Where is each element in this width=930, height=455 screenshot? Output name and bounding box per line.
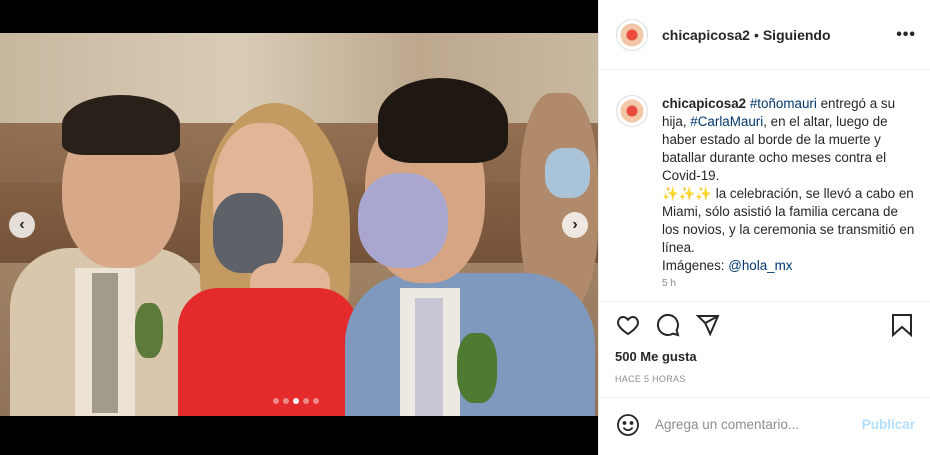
boutonniere [135, 303, 163, 358]
caption-time: 5 h [662, 278, 676, 289]
share-icon[interactable] [695, 312, 721, 338]
caption-credits: Imágenes: @hola_mx [662, 257, 915, 275]
avatar[interactable] [616, 95, 648, 127]
carousel-dot [273, 398, 279, 404]
more-options-icon[interactable]: ••• [896, 26, 916, 44]
action-icons [615, 302, 915, 348]
comment-bar: Publicar [599, 397, 930, 451]
post-sidebar: chicapicosa2 • Siguiendo ••• chicapicosa… [598, 0, 930, 455]
avatar[interactable] [616, 18, 648, 51]
post-actions: 500 Me gusta HACE 5 HORAS [599, 301, 930, 384]
post-video[interactable] [0, 33, 598, 416]
hashtag-link[interactable]: #toñomauri [750, 96, 817, 111]
groom-hair [378, 78, 508, 163]
following-button[interactable]: Siguiendo [763, 27, 831, 43]
header-username[interactable]: chicapicosa2 [662, 27, 750, 43]
guest-mask [545, 148, 590, 198]
carousel-dot [313, 398, 319, 404]
post-timestamp: HACE 5 HORAS [615, 374, 686, 384]
emoji-icon[interactable] [615, 412, 641, 438]
credits-prefix: Imágenes: [662, 258, 729, 273]
groom-tie [415, 298, 443, 416]
carousel-dots [273, 398, 319, 404]
father-hair [62, 95, 180, 155]
mention-link[interactable]: @hola_mx [728, 258, 792, 273]
carousel-dot [303, 398, 309, 404]
caption-username[interactable]: chicapicosa2 [662, 96, 746, 111]
heart-icon[interactable] [615, 312, 641, 338]
carousel-dot-active [293, 398, 299, 404]
bride-mask [213, 193, 283, 273]
comment-input[interactable] [655, 417, 862, 432]
caption-line-2: ✨✨✨ la celebración, se llevó a cabo en M… [662, 186, 915, 255]
groom-boutonniere [457, 333, 497, 403]
groom-mask [358, 173, 448, 268]
media-panel: ‹ › [0, 0, 598, 455]
father-tie [92, 273, 118, 413]
carousel-prev-button[interactable]: ‹ [9, 212, 35, 238]
likes-count[interactable]: 500 Me gusta [615, 349, 915, 364]
publish-button[interactable]: Publicar [862, 417, 915, 432]
caption-text: chicapicosa2 #toñomauri entregó a su hij… [662, 95, 915, 301]
hashtag-link[interactable]: #CarlaMauri [690, 114, 763, 129]
red-dress [178, 288, 358, 416]
post-header: chicapicosa2 • Siguiendo ••• [599, 0, 930, 70]
carousel-next-button[interactable]: › [562, 212, 588, 238]
carousel-dot [283, 398, 289, 404]
caption-area: chicapicosa2 #toñomauri entregó a su hij… [599, 71, 930, 301]
bookmark-icon[interactable] [889, 312, 915, 338]
comment-icon[interactable] [655, 312, 681, 338]
header-separator: • [753, 26, 759, 43]
